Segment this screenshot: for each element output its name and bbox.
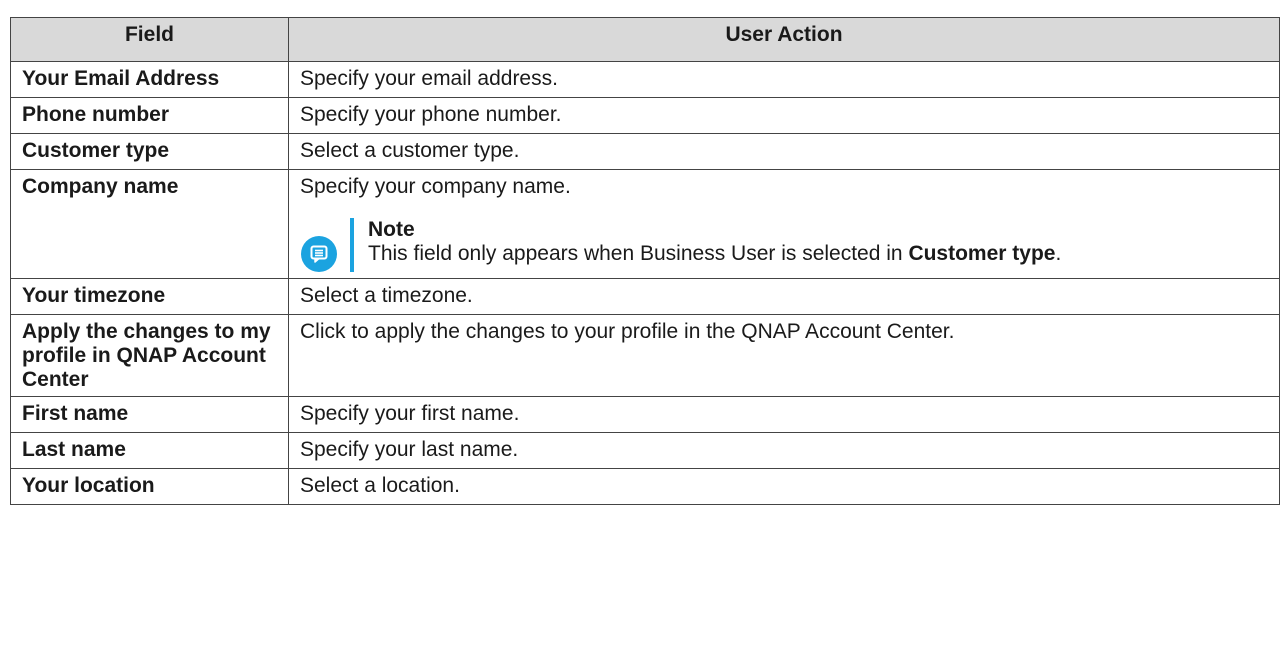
note-text-bold: Customer type: [908, 242, 1056, 265]
user-action: Click to apply the changes to your profi…: [288, 314, 1280, 397]
table-header-row: Field User Action: [10, 17, 1280, 62]
field-name: Your location: [10, 468, 289, 505]
table-row: Customer type Select a customer type.: [10, 133, 1280, 170]
table-row: Last name Specify your last name.: [10, 432, 1280, 469]
field-name: Your timezone: [10, 278, 289, 315]
table-row: Phone number Specify your phone number.: [10, 97, 1280, 134]
field-name: Company name: [10, 169, 289, 279]
table-row: Your Email Address Specify your email ad…: [10, 61, 1280, 98]
user-action: Specify your last name.: [288, 432, 1280, 469]
note-accent-bar: [350, 218, 354, 272]
user-action: Specify your email address.: [288, 61, 1280, 98]
user-action: Specify your phone number.: [288, 97, 1280, 134]
field-action-table: Field User Action Your Email Address Spe…: [10, 17, 1280, 505]
table-row: Your location Select a location.: [10, 468, 1280, 505]
field-name: Your Email Address: [10, 61, 289, 98]
note-icon-glyph: [310, 245, 328, 263]
table-row: Your timezone Select a timezone.: [10, 278, 1280, 315]
column-header-user-action: User Action: [288, 17, 1280, 62]
note-text: This field only appears when Business Us…: [368, 242, 1061, 265]
table-row: First name Specify your first name.: [10, 396, 1280, 433]
user-action: Specify your first name.: [288, 396, 1280, 433]
user-action-cell: Specify your company name. Note This fie…: [288, 169, 1280, 279]
field-name: Customer type: [10, 133, 289, 170]
field-name: First name: [10, 396, 289, 433]
field-name: Last name: [10, 432, 289, 469]
user-action: Select a customer type.: [288, 133, 1280, 170]
note-title: Note: [368, 218, 415, 241]
field-name: Apply the changes to my profile in QNAP …: [10, 314, 289, 397]
note-text-end: .: [1055, 242, 1062, 265]
note-callout: Note This field only appears when Busine…: [300, 218, 1271, 272]
user-action: Specify your company name.: [300, 175, 571, 198]
table-row: Apply the changes to my profile in QNAP …: [10, 314, 1280, 397]
field-name: Phone number: [10, 97, 289, 134]
column-header-field: Field: [10, 17, 289, 62]
note-text-start: This field only appears when Business Us…: [368, 242, 909, 265]
user-action: Select a timezone.: [288, 278, 1280, 315]
user-action: Select a location.: [288, 468, 1280, 505]
note-body: Note This field only appears when Busine…: [368, 218, 1271, 266]
table-row: Company name Specify your company name.: [10, 169, 1280, 279]
note-icon: [301, 236, 337, 272]
